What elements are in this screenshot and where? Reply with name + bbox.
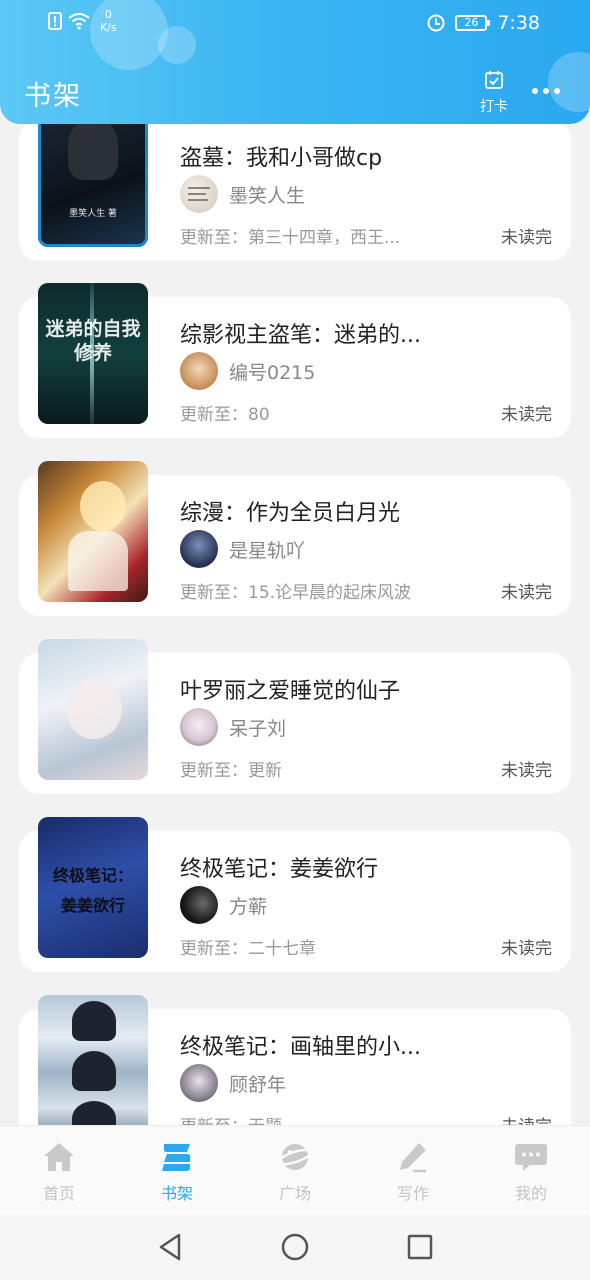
decorative-bubble — [548, 52, 590, 112]
pen-icon — [400, 1143, 426, 1173]
system-nav-bar — [0, 1215, 590, 1280]
author-row: 是星轨吖 — [180, 530, 305, 568]
nav-square[interactable]: 广场 — [236, 1126, 354, 1216]
cover-caption: 终极笔记：姜姜欲行 — [52, 866, 133, 915]
read-status: 未读完 — [501, 583, 552, 603]
author-name: 顾舒年 — [229, 1073, 287, 1096]
nav-label: 广场 — [278, 1184, 311, 1203]
author-name: 编号0215 — [229, 361, 316, 384]
read-status: 未读完 — [501, 228, 552, 248]
network-speed-value: 0 — [104, 8, 112, 21]
book-cover[interactable]: 迷弟的自我修养 — [38, 283, 148, 424]
book-title: 终极笔记：画轴里的小... — [180, 1035, 421, 1060]
cover-caption: 迷弟的自我修养 — [45, 318, 141, 364]
update-info: 更新至：80 — [180, 405, 270, 425]
author-row: 方蕲 — [180, 886, 267, 924]
author-name: 方蕲 — [229, 895, 268, 918]
author-avatar — [180, 1064, 218, 1102]
author-avatar — [180, 352, 218, 390]
nav-profile[interactable]: 我的 — [472, 1126, 590, 1216]
bottom-nav: 首页 书架 广场 写作 我的 — [0, 1125, 590, 1215]
checkin-label: 打卡 — [480, 99, 508, 115]
battery-indicator: 26 — [455, 15, 491, 31]
book-card[interactable]: 迷弟的自我修养 综影视主盗笔：迷弟的... 编号0215 更新至：80 未读完 — [19, 283, 571, 438]
book-cover[interactable] — [38, 639, 148, 780]
nav-label: 书架 — [160, 1184, 193, 1203]
book-cover[interactable]: 终极笔记：姜姜欲行 — [38, 817, 148, 958]
author-name: 呆子刘 — [229, 717, 287, 740]
book-card[interactable]: 终极笔记：姜姜欲行 终极笔记：姜姜欲行 方蕲 更新至：二十七章 未读完 — [19, 817, 571, 972]
book-card[interactable]: 墨笑人生 著 盗墓：我和小哥做cp 墨笑人生 更新至：第三十四章，西王... 未… — [19, 100, 571, 261]
author-avatar — [180, 708, 218, 746]
page-title: 书架 — [24, 81, 82, 112]
author-row: 墨笑人生 — [180, 175, 305, 213]
update-info: 更新至：二十七章 — [180, 939, 316, 959]
back-icon[interactable] — [155, 1231, 185, 1263]
nav-bookshelf[interactable]: 书架 — [118, 1126, 236, 1216]
nav-write[interactable]: 写作 — [354, 1126, 472, 1216]
author-row: 顾舒年 — [180, 1064, 286, 1102]
read-status: 未读完 — [501, 761, 552, 781]
clock: 7:38 — [497, 12, 540, 34]
bookshelf-icon — [162, 1144, 191, 1171]
author-row: 呆子刘 — [180, 708, 286, 746]
read-status: 未读完 — [501, 1112, 552, 1125]
read-status: 未读完 — [501, 939, 552, 959]
calendar-check-icon — [485, 71, 503, 89]
book-cover[interactable] — [38, 461, 148, 602]
update-info: 更新至：更新 — [180, 761, 282, 781]
more-options-icon[interactable] — [532, 84, 566, 98]
book-title: 综影视主盗笔：迷弟的... — [180, 323, 421, 348]
author-name: 墨笑人生 — [229, 184, 306, 207]
alert-icon — [48, 12, 62, 30]
nav-label: 我的 — [514, 1184, 547, 1203]
update-info: 更新至：第三十四章，西王... — [180, 228, 401, 248]
author-avatar — [180, 175, 218, 213]
planet-icon — [277, 1144, 313, 1170]
author-row: 编号0215 — [180, 352, 315, 390]
chat-bubble-icon — [515, 1144, 547, 1171]
book-card[interactable]: 叶罗丽之爱睡觉的仙子 呆子刘 更新至：更新 未读完 — [19, 639, 571, 794]
network-speed: 0 K/s — [100, 8, 117, 34]
book-title: 盗墓：我和小哥做cp — [180, 146, 383, 171]
book-title: 综漫：作为全员白月光 — [180, 501, 401, 526]
network-speed-unit: K/s — [100, 21, 117, 34]
home-icon — [44, 1143, 74, 1171]
status-bar: 0 K/s 26 7:38 — [0, 0, 590, 46]
nav-label: 写作 — [396, 1184, 429, 1203]
nav-label: 首页 — [42, 1184, 75, 1203]
book-title: 叶罗丽之爱睡觉的仙子 — [180, 679, 401, 704]
home-circle-icon[interactable] — [280, 1231, 310, 1263]
author-name: 是星轨吖 — [229, 539, 306, 562]
wifi-icon — [68, 13, 90, 30]
bookshelf-list[interactable]: 墨笑人生 著 盗墓：我和小哥做cp 墨笑人生 更新至：第三十四章，西王... 未… — [0, 0, 590, 1125]
recent-apps-icon[interactable] — [405, 1231, 435, 1263]
data-saver-icon — [427, 14, 445, 32]
update-info: 更新至：15.论早晨的起床风波 — [180, 583, 412, 603]
checkin-button[interactable]: 打卡 — [474, 70, 514, 116]
app-header: 0 K/s 26 7:38 书架 打卡 — [0, 0, 590, 124]
author-avatar — [180, 530, 218, 568]
cover-caption: 墨笑人生 著 — [69, 209, 117, 219]
book-card[interactable]: 终极笔记：画轴里的小... 顾舒年 更新至：无题 未读完 — [19, 995, 571, 1125]
book-cover[interactable] — [38, 995, 148, 1125]
author-avatar — [180, 886, 218, 924]
read-status: 未读完 — [501, 405, 552, 425]
update-info: 更新至：无题 — [180, 1112, 282, 1125]
book-title: 终极笔记：姜姜欲行 — [180, 857, 379, 882]
book-card[interactable]: 综漫：作为全员白月光 是星轨吖 更新至：15.论早晨的起床风波 未读完 — [19, 461, 571, 616]
nav-home[interactable]: 首页 — [0, 1126, 118, 1216]
